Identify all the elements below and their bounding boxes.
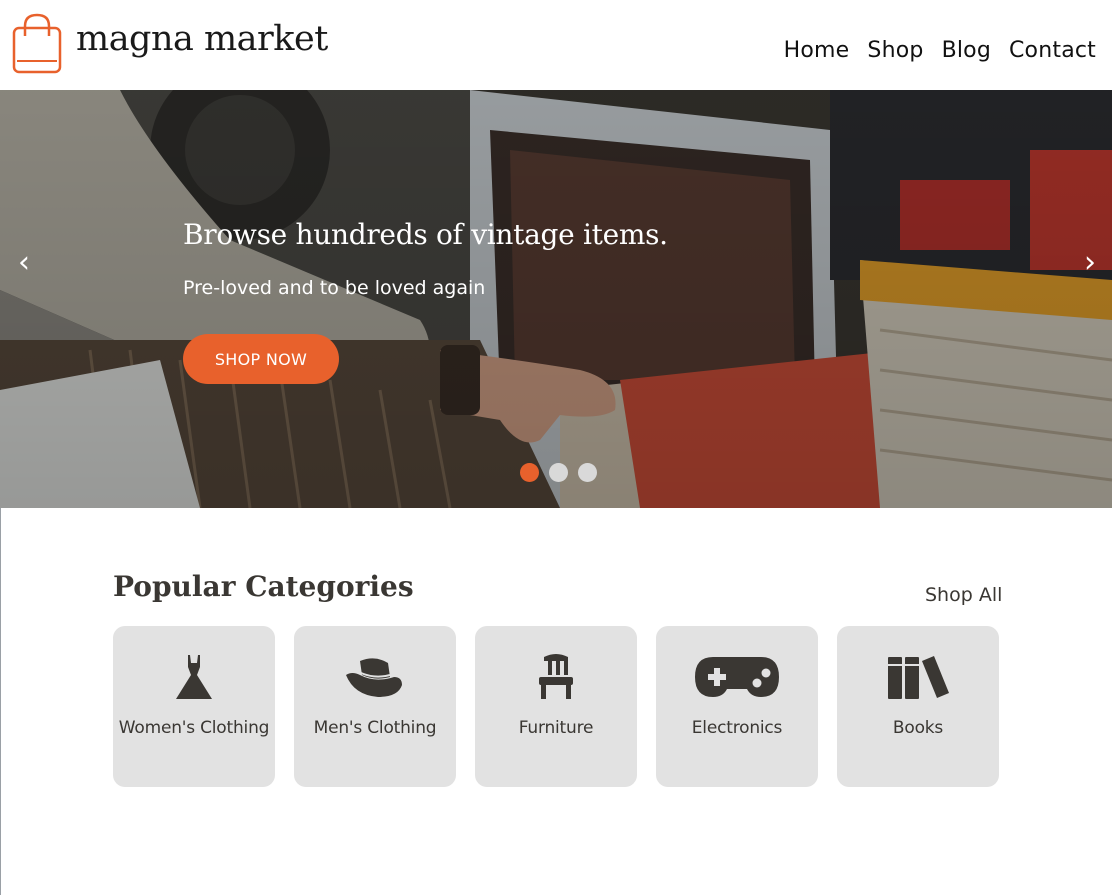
popular-categories-heading: Popular Categories: [113, 570, 414, 603]
category-card-electronics[interactable]: Electronics: [656, 626, 818, 787]
carousel-prev-icon[interactable]: ‹: [18, 248, 30, 278]
hero-subtitle: Pre-loved and to be loved again: [183, 277, 486, 299]
dress-icon: [113, 653, 275, 703]
category-card-furniture[interactable]: Furniture: [475, 626, 637, 787]
nav-shop[interactable]: Shop: [867, 38, 923, 63]
carousel-next-icon[interactable]: ›: [1084, 248, 1096, 278]
hero-title: Browse hundreds of vintage items.: [183, 218, 668, 251]
main-nav: Home Shop Blog Contact: [784, 38, 1096, 63]
site-header: magna market Home Shop Blog Contact: [0, 0, 1112, 90]
shop-all-link[interactable]: Shop All: [925, 584, 1002, 606]
carousel-dot-1[interactable]: [520, 463, 539, 482]
gamepad-icon: [656, 653, 818, 703]
carousel-indicators: [520, 463, 597, 482]
category-label: Books: [892, 718, 944, 738]
brand-logo[interactable]: magna market: [12, 12, 328, 78]
nav-blog[interactable]: Blog: [942, 38, 991, 63]
hero-carousel: Browse hundreds of vintage items. Pre-lo…: [0, 90, 1112, 508]
hero-background-image: [0, 90, 1112, 508]
brand-name: magna market: [76, 19, 328, 59]
category-label: Furniture: [518, 718, 594, 738]
shop-now-button[interactable]: SHOP NOW: [183, 334, 339, 384]
category-label: Women's Clothing: [118, 718, 270, 738]
shopping-bag-icon: [12, 12, 62, 78]
carousel-dot-3[interactable]: [578, 463, 597, 482]
category-label: Electronics: [691, 718, 783, 738]
category-card-womens-clothing[interactable]: Women's Clothing: [113, 626, 275, 787]
chair-icon: [475, 653, 637, 703]
category-card-books[interactable]: Books: [837, 626, 999, 787]
nav-contact[interactable]: Contact: [1009, 38, 1096, 63]
category-label: Men's Clothing: [313, 718, 437, 738]
books-icon: [837, 653, 999, 703]
hat-icon: [294, 653, 456, 703]
category-card-mens-clothing[interactable]: Men's Clothing: [294, 626, 456, 787]
carousel-dot-2[interactable]: [549, 463, 568, 482]
nav-home[interactable]: Home: [784, 38, 850, 63]
category-cards: Women's Clothing Men's Clothing Furnitur…: [113, 626, 999, 787]
